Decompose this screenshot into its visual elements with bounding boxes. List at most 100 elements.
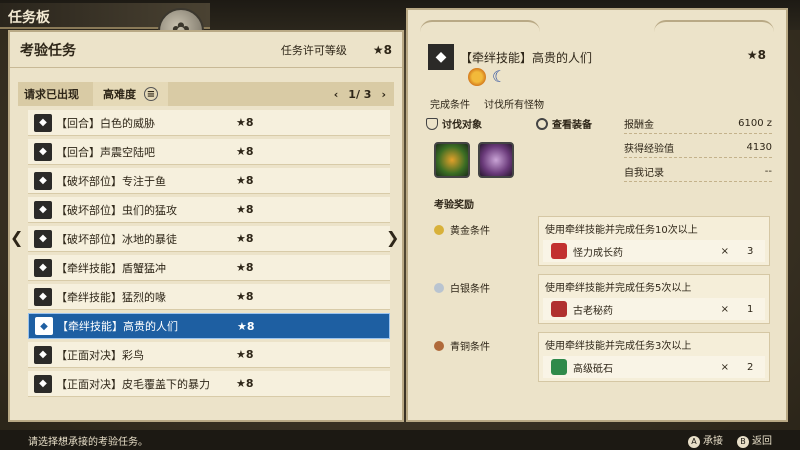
monster-icon-green[interactable] — [434, 142, 470, 178]
wyvern-icon: ◆ — [428, 44, 454, 70]
sun-icon — [468, 68, 486, 86]
page-prev-icon[interactable]: ‹ — [334, 88, 339, 101]
reward-condition: 使用牵绊技能并完成任务10次以上 — [545, 225, 698, 236]
quest-name: 【牵绊技能】盾蟹猛冲 — [56, 261, 166, 275]
stat-label: 报酬金 — [624, 120, 654, 131]
times-sign: × — [720, 361, 729, 373]
reward-condition: 使用牵绊技能并完成任务3次以上 — [545, 341, 692, 352]
quest-row[interactable]: ◆ 【破坏部位】虫们的猛攻 ★8 — [28, 197, 390, 223]
quest-name: 【牵绊技能】高贵的人们 — [57, 320, 178, 333]
reward-tier-label: 青铜条件 — [450, 342, 490, 353]
back-button[interactable]: B 返回 — [737, 432, 772, 448]
targets-section: 讨伐对象 — [426, 116, 482, 131]
gold-reward-box: 使用牵绊技能并完成任务10次以上 怪力成长药 × 3 — [538, 216, 770, 266]
personal-record-row: 自我记录 -- — [624, 162, 772, 182]
gold-condition: 黄金条件 — [434, 222, 490, 237]
quest-row[interactable]: ◆ 【牵绊技能】盾蟹猛冲 ★8 — [28, 255, 390, 281]
hint-text: 请选择想承接的考验任务。 — [28, 436, 148, 448]
quest-name: 【破坏部位】专注于鱼 — [56, 174, 166, 188]
bottom-hint-bar: 请选择想承接的考验任务。 A 承接 B 返回 — [0, 430, 800, 450]
quest-category-header: 考验任务 任务许可等级 ★8 — [10, 32, 402, 68]
stat-value: -- — [764, 166, 772, 177]
quest-name: 【正面对决】皮毛覆盖下的暴力 — [56, 377, 210, 391]
quest-row[interactable]: ◆ 【牵绊技能】猛烈的喙 ★8 — [28, 284, 390, 310]
quest-list-panel: 考验任务 任务许可等级 ★8 请求已出现 高难度 ≡ ‹ 1/ 3 › ◆ 【回合… — [8, 30, 404, 422]
targets-title: 讨伐对象 — [442, 120, 482, 131]
quest-name: 【牵绊技能】猛烈的喙 — [56, 290, 166, 304]
reward-item: 怪力成长药 × 3 — [543, 240, 765, 262]
quest-stars: ★8 — [236, 174, 254, 187]
quest-name: 【正面对决】彩鸟 — [56, 348, 144, 362]
sort-difficulty-button[interactable]: 高难度 ≡ — [93, 82, 168, 106]
menu-icon: ≡ — [144, 87, 158, 101]
quest-row[interactable]: ◆ 【破坏部位】冰地的暴徒 ★8 — [28, 226, 390, 252]
times-sign: × — [720, 245, 729, 257]
filter-bar: 请求已出现 高难度 ≡ ‹ 1/ 3 › — [18, 82, 394, 106]
reward-tier-label: 黄金条件 — [450, 226, 490, 237]
reward-qty: 1 — [747, 303, 754, 315]
list-next-arrow-icon[interactable]: ❯ — [386, 228, 399, 247]
stat-label: 自我记录 — [624, 168, 664, 179]
accept-button[interactable]: A 承接 — [688, 432, 723, 448]
detail-title: ◆ 【牵绊技能】高贵的人们 — [428, 44, 592, 70]
quest-stars: ★8 — [236, 290, 254, 303]
quest-row-selected[interactable]: ◆ 【牵绊技能】高贵的人们 ★8 — [28, 313, 390, 339]
quest-row[interactable]: ◆ 【回合】声震空陆吧 ★8 — [28, 139, 390, 165]
reward-item: 高级砥石 × 2 — [543, 356, 765, 378]
quest-row[interactable]: ◆ 【破坏部位】专注于鱼 ★8 — [28, 168, 390, 194]
times-sign: × — [720, 303, 729, 315]
completion-label: 完成条件 — [430, 100, 470, 111]
wyvern-icon: ◆ — [34, 374, 52, 393]
quest-row[interactable]: ◆ 【正面对决】皮毛覆盖下的暴力 ★8 — [28, 371, 390, 397]
page-next-icon[interactable]: › — [381, 88, 386, 101]
wyvern-icon: ◆ — [34, 200, 52, 219]
quest-stars: ★8 — [236, 377, 254, 390]
quest-row[interactable]: ◆ 【回合】白色的威胁 ★8 — [28, 110, 390, 136]
reward-item: 古老秘药 × 1 — [543, 298, 765, 320]
quest-name: 【回合】白色的威胁 — [56, 116, 155, 130]
wyvern-icon: ◆ — [34, 171, 52, 190]
a-button-icon: A — [688, 435, 700, 448]
whetstone-icon — [551, 359, 567, 375]
quest-stars: ★8 — [236, 145, 254, 158]
wyvern-icon: ◆ — [35, 317, 53, 335]
wyvern-icon: ◆ — [34, 113, 52, 132]
silver-condition: 白银条件 — [434, 280, 490, 295]
quest-name: 【回合】声震空陆吧 — [56, 145, 155, 159]
medicine-icon — [551, 301, 567, 317]
reward-condition: 使用牵绊技能并完成任务5次以上 — [545, 283, 692, 294]
sort-label: 高难度 — [103, 88, 136, 101]
gold-medal-icon — [434, 224, 444, 235]
quest-stars: ★8 — [236, 348, 254, 361]
wyvern-icon: ◆ — [34, 287, 52, 306]
permit-label: 任务许可等级 — [280, 43, 347, 57]
stat-value: 6100 z — [738, 118, 772, 129]
bronze-reward-box: 使用牵绊技能并完成任务3次以上 高级砥石 × 2 — [538, 332, 770, 382]
quest-stars: ★8 — [236, 203, 254, 216]
quest-stars: ★8 — [236, 232, 254, 245]
silver-medal-icon — [434, 282, 444, 293]
detail-quest-name: 【牵绊技能】高贵的人们 — [460, 50, 593, 65]
view-equipment-button[interactable]: 查看装备 — [536, 116, 592, 131]
request-status: 请求已出现 — [24, 88, 79, 101]
stat-label: 获得经验值 — [624, 144, 674, 155]
monster-icon-purple[interactable] — [478, 142, 514, 178]
quest-stars: ★8 — [237, 319, 255, 333]
stat-value: 4130 — [746, 142, 772, 153]
page-number: 1/ 3 — [348, 87, 372, 101]
quest-list: ◆ 【回合】白色的威胁 ★8 ◆ 【回合】声震空陆吧 ★8 ◆ 【破坏部位】专注于鱼 ★8 … — [28, 110, 390, 397]
bronze-medal-icon — [434, 340, 444, 351]
reward-item-name: 古老秘药 — [573, 305, 613, 317]
quest-name: 【破坏部位】冰地的暴徒 — [56, 232, 177, 246]
accept-label: 承接 — [703, 436, 723, 448]
quest-stars: ★8 — [236, 116, 254, 129]
reward-item-name: 怪力成长药 — [573, 247, 623, 259]
quest-row[interactable]: ◆ 【正面对决】彩鸟 ★8 — [28, 342, 390, 368]
wyvern-icon: ◆ — [34, 345, 52, 364]
completion-value: 讨伐所有怪物 — [484, 100, 544, 111]
quest-name: 【破坏部位】虫们的猛攻 — [56, 203, 177, 217]
b-button-icon: B — [737, 435, 749, 448]
list-prev-arrow-icon[interactable]: ❮ — [10, 228, 23, 247]
reward-money-row: 报酬金 6100 z — [624, 114, 772, 134]
wyvern-icon: ◆ — [34, 258, 52, 277]
